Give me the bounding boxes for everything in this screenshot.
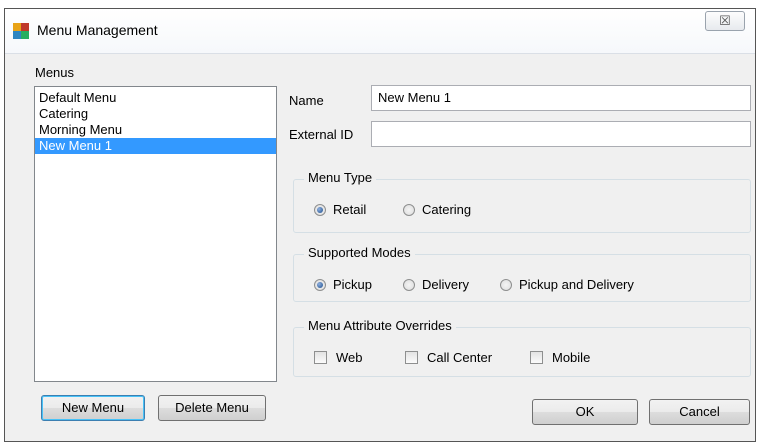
radio-label: Catering: [422, 202, 472, 217]
radio-label: Delivery: [422, 277, 469, 292]
attribute-overrides-group: Menu Attribute Overrides Web Call Center…: [293, 318, 751, 377]
radio-delivery[interactable]: Delivery: [403, 277, 469, 292]
menu-type-group: Menu Type Retail Catering: [293, 170, 751, 233]
radio-label: Pickup and Delivery: [519, 277, 634, 292]
radio-pickup-and-delivery[interactable]: Pickup and Delivery: [500, 277, 634, 292]
radio-retail[interactable]: Retail: [314, 202, 366, 217]
name-field[interactable]: New Menu 1: [371, 85, 751, 111]
radio-button[interactable]: [403, 278, 415, 291]
radio-button[interactable]: [500, 278, 512, 291]
checkbox[interactable]: [530, 351, 543, 364]
app-icon: [13, 23, 29, 39]
title-bar: Menu Management ☒: [5, 9, 755, 54]
menus-label: Menus: [35, 65, 75, 80]
checkbox[interactable]: [314, 351, 327, 364]
list-item[interactable]: Default Menu: [35, 90, 276, 106]
ok-button[interactable]: OK: [532, 399, 638, 425]
radio-label: Pickup: [333, 277, 373, 292]
external-id-label: External ID: [289, 127, 354, 142]
cancel-button[interactable]: Cancel: [649, 399, 750, 425]
delete-menu-button[interactable]: Delete Menu: [158, 395, 266, 421]
attribute-overrides-title: Menu Attribute Overrides: [304, 318, 456, 333]
supported-modes-group: Supported Modes Pickup Delivery Pickup a…: [293, 245, 751, 302]
menus-listbox[interactable]: Default Menu Catering Morning Menu New M…: [34, 86, 277, 382]
window-title: Menu Management: [37, 22, 158, 38]
menu-type-title: Menu Type: [304, 170, 377, 185]
radio-label: Retail: [333, 202, 367, 217]
radio-button-checked[interactable]: [314, 278, 326, 291]
list-item[interactable]: Morning Menu: [35, 122, 276, 138]
supported-modes-title: Supported Modes: [304, 245, 415, 260]
checkbox-call-center[interactable]: Call Center: [405, 350, 492, 365]
checkbox-label: Call Center: [427, 350, 493, 365]
radio-button-checked[interactable]: [314, 203, 326, 216]
list-item-selected[interactable]: New Menu 1: [35, 138, 276, 154]
radio-pickup[interactable]: Pickup: [314, 277, 372, 292]
new-menu-button[interactable]: New Menu: [41, 395, 145, 421]
checkbox-label: Mobile: [552, 350, 591, 365]
checkbox[interactable]: [405, 351, 418, 364]
name-label: Name: [289, 93, 324, 108]
checkbox-mobile[interactable]: Mobile: [530, 350, 590, 365]
checkbox-label: Web: [336, 350, 363, 365]
close-icon: ☒: [719, 13, 731, 28]
menu-management-window: Menu Management ☒ Menus Default Menu Cat…: [4, 8, 756, 442]
close-button[interactable]: ☒: [705, 11, 745, 31]
radio-button[interactable]: [403, 203, 415, 216]
list-item[interactable]: Catering: [35, 106, 276, 122]
external-id-field[interactable]: [371, 121, 751, 147]
checkbox-web[interactable]: Web: [314, 350, 363, 365]
radio-catering[interactable]: Catering: [403, 202, 471, 217]
